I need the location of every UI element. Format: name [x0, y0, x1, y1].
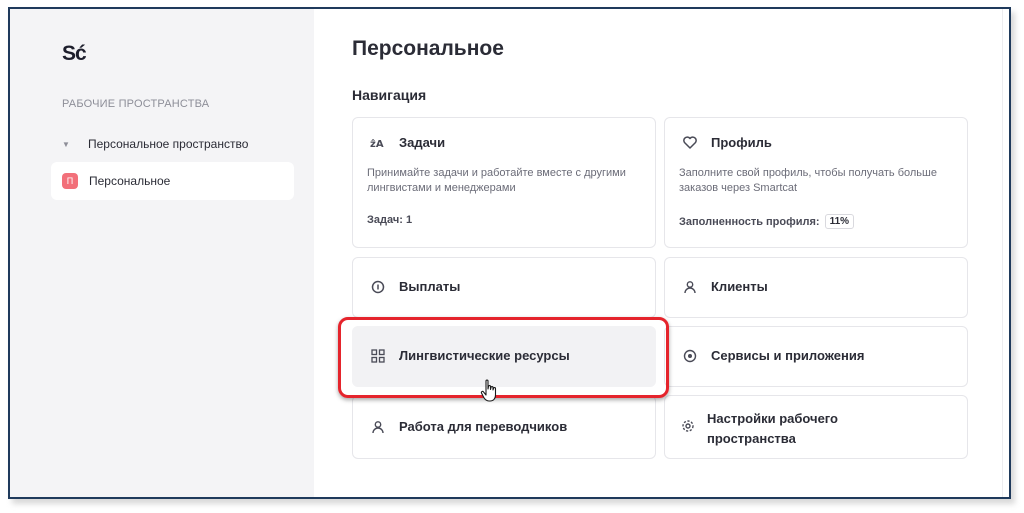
- translate-icon: ẑA: [369, 136, 387, 150]
- tasks-card-title: Задачи: [399, 135, 446, 150]
- workspace-settings-card[interactable]: Настройки рабочего пространства: [664, 395, 968, 459]
- clients-card-header: Клиенты: [681, 279, 768, 294]
- translators-card[interactable]: Работа для переводчиков: [352, 395, 656, 459]
- clients-card-title: Клиенты: [711, 279, 768, 294]
- main-content: Персональное Навигация ẑA Задачи Принима…: [314, 9, 1009, 497]
- page-title: Персональное: [352, 37, 504, 60]
- workspaces-header: РАБОЧИЕ ПРОСТРАНСТВА: [62, 98, 210, 110]
- tasks-card-header: ẑA Задачи: [369, 135, 445, 150]
- translators-card-header: Работа для переводчиков: [369, 419, 567, 434]
- sidebar: Sć РАБОЧИЕ ПРОСТРАНСТВА ▼ Персональное п…: [10, 9, 314, 497]
- heart-icon: [681, 136, 699, 149]
- services-card-header: Сервисы и приложения: [681, 348, 864, 363]
- navigation-heading: Навигация: [352, 87, 427, 103]
- sidebar-item-personal[interactable]: П Персональное: [51, 162, 294, 200]
- tasks-card-description: Принимайте задачи и работайте вместе с д…: [367, 167, 626, 194]
- translators-card-title: Работа для переводчиков: [399, 419, 568, 434]
- gear-icon: [681, 419, 695, 433]
- profile-card-description: Заполните свой профиль, чтобы получать б…: [679, 167, 937, 194]
- hand-cursor-icon: [480, 379, 500, 408]
- sidebar-item-label: Персональное: [89, 174, 171, 188]
- clients-card[interactable]: Клиенты: [664, 257, 968, 318]
- workspace-group-label: Персональное пространство: [88, 137, 249, 151]
- workspace-settings-card-header: Настройки рабочего пространства: [681, 409, 881, 449]
- profile-completion-badge: 11%: [824, 214, 855, 229]
- workspace-settings-card-title: Настройки рабочего пространства: [707, 411, 838, 446]
- profile-card[interactable]: Профиль Заполните свой профиль, чтобы по…: [664, 117, 968, 248]
- payouts-card-title: Выплаты: [399, 279, 461, 294]
- payouts-card-header: Выплаты: [369, 279, 460, 294]
- target-icon: [681, 349, 699, 363]
- profile-completion: Заполненность профиля: 11%: [679, 214, 855, 229]
- workspace-badge: П: [62, 173, 78, 189]
- workspace-group[interactable]: ▼ Персональное пространство: [62, 137, 248, 151]
- app-window: Sć РАБОЧИЕ ПРОСТРАНСТВА ▼ Персональное п…: [8, 7, 1011, 499]
- tasks-card[interactable]: ẑA Задачи Принимайте задачи и работайте …: [352, 117, 656, 248]
- services-card[interactable]: Сервисы и приложения: [664, 326, 968, 387]
- svg-text:ẑA: ẑA: [370, 138, 384, 150]
- caret-down-icon[interactable]: ▼: [62, 140, 88, 149]
- profile-completion-label: Заполненность профиля:: [679, 215, 820, 228]
- highlight-box: [338, 317, 669, 398]
- services-card-title: Сервисы и приложения: [711, 348, 865, 363]
- profile-card-title: Профиль: [711, 135, 772, 150]
- user-icon: [369, 420, 387, 434]
- payouts-card[interactable]: Выплаты: [352, 257, 656, 318]
- tasks-count: Задач: 1: [367, 214, 413, 226]
- coin-icon: [369, 280, 387, 294]
- divider: [1002, 9, 1003, 497]
- user-icon: [681, 280, 699, 294]
- smartcat-logo[interactable]: Sć: [62, 42, 87, 66]
- profile-card-header: Профиль: [681, 135, 772, 150]
